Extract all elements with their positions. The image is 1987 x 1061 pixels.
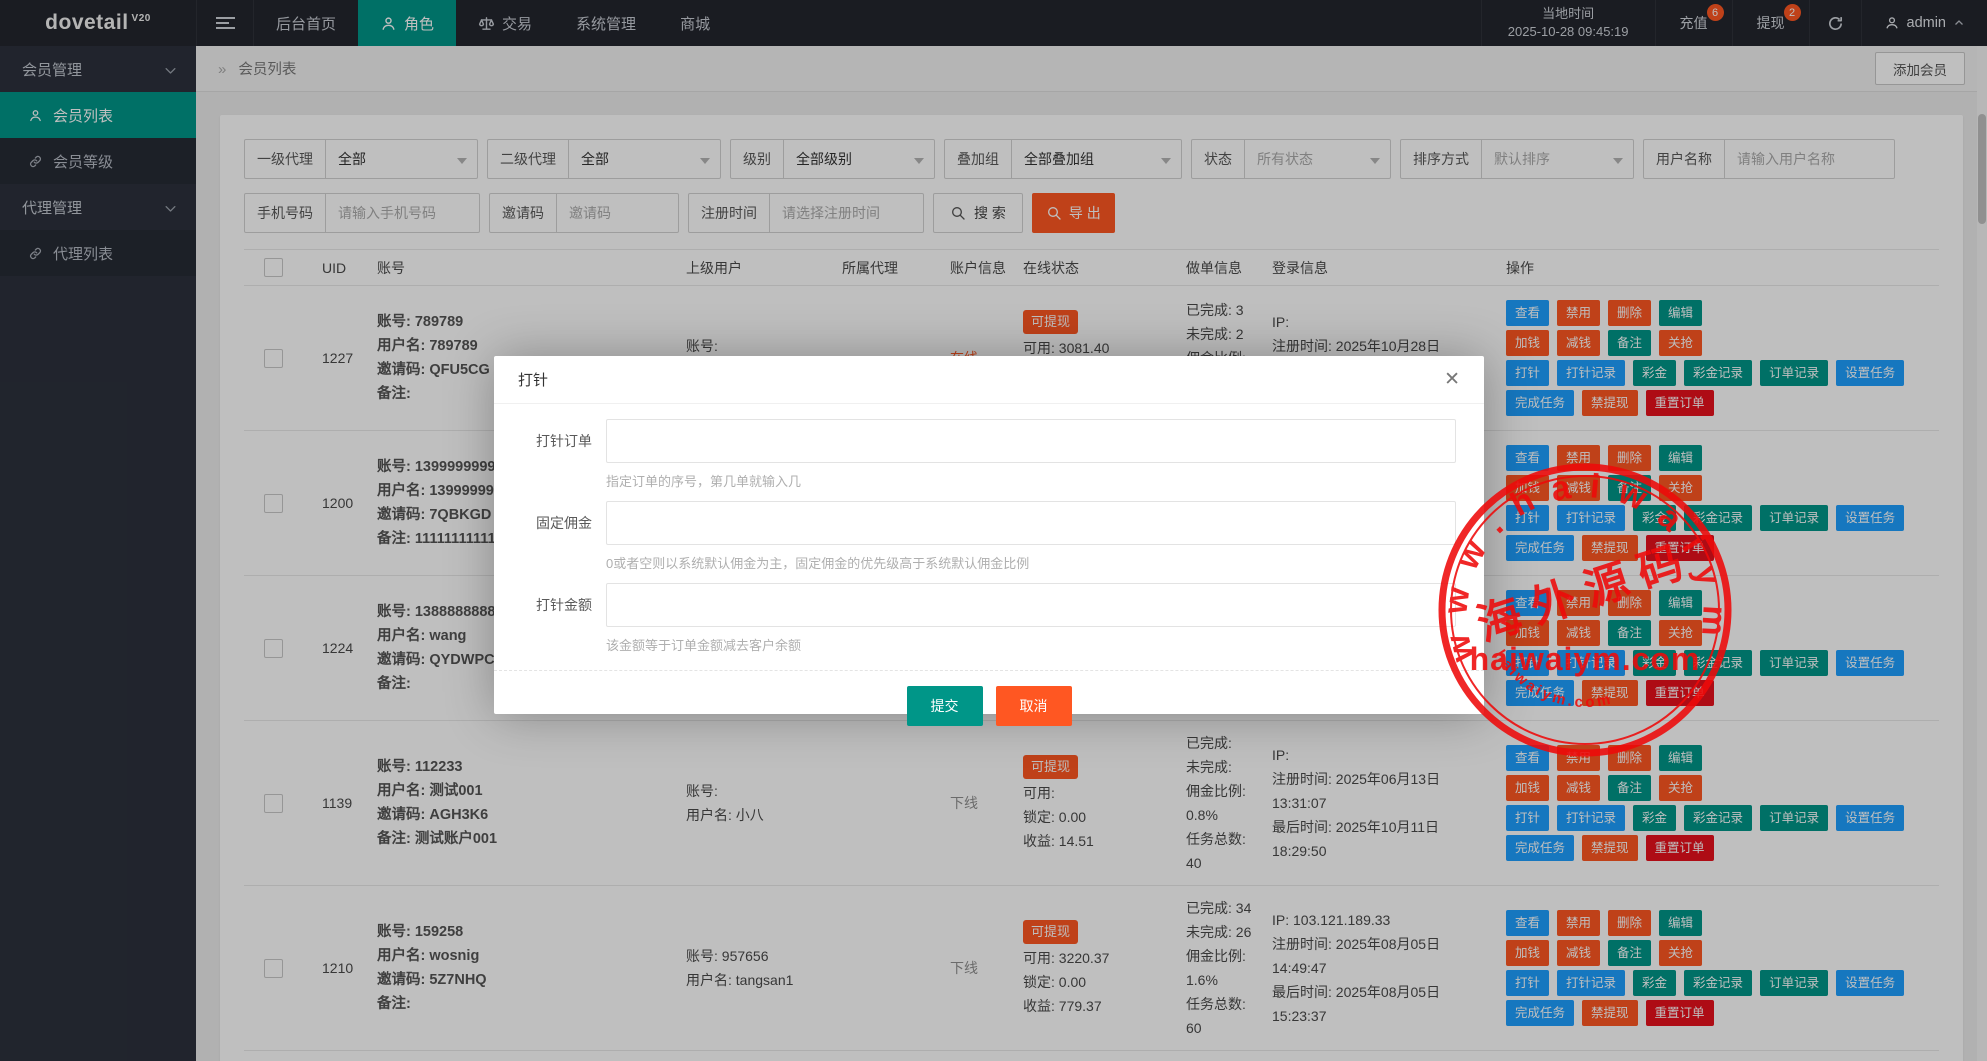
field-helper: 指定订单的序号，第几单就输入几 xyxy=(606,471,1456,490)
field-helper: 0或者空则以系统默认佣金为主，固定佣金的优先级高于系统默认佣金比例 xyxy=(606,553,1456,572)
modal-titlebar: 打针 ✕ xyxy=(494,356,1484,404)
modal-title: 打针 xyxy=(518,369,548,390)
inject-modal: 打针 ✕ 打针订单指定订单的序号，第几单就输入几固定佣金 0或者空则以系统默认佣金… xyxy=(494,356,1484,714)
field-input-1[interactable] xyxy=(606,419,1456,463)
modal-field: 固定佣金 0或者空则以系统默认佣金为主，固定佣金的优先级高于系统默认佣金比例 xyxy=(494,501,1484,572)
cancel-button[interactable]: 取消 xyxy=(996,686,1072,726)
modal-field: 打针订单指定订单的序号，第几单就输入几 xyxy=(494,419,1484,490)
field-label: 打针订单 xyxy=(494,419,592,490)
field-label: 打针金额 xyxy=(494,583,592,654)
modal-field: 打针金额该金额等于订单金额减去客户余额 xyxy=(494,583,1484,654)
modal-body: 打针订单指定订单的序号，第几单就输入几固定佣金 0或者空则以系统默认佣金为主，固定… xyxy=(494,404,1484,654)
submit-button[interactable]: 提交 xyxy=(907,686,983,726)
field-helper: 该金额等于订单金额减去客户余额 xyxy=(606,635,1456,654)
field-input-3[interactable] xyxy=(606,583,1456,627)
field-input-2[interactable] xyxy=(606,501,1456,545)
viewport: dovetailV20 后台首页角色交易系统管理商城 当地时间 2025-10-… xyxy=(0,0,1987,1061)
modal-footer: 提交 取消 xyxy=(494,670,1484,726)
field-label: 固定佣金 xyxy=(494,501,592,572)
close-icon[interactable]: ✕ xyxy=(1444,370,1460,389)
